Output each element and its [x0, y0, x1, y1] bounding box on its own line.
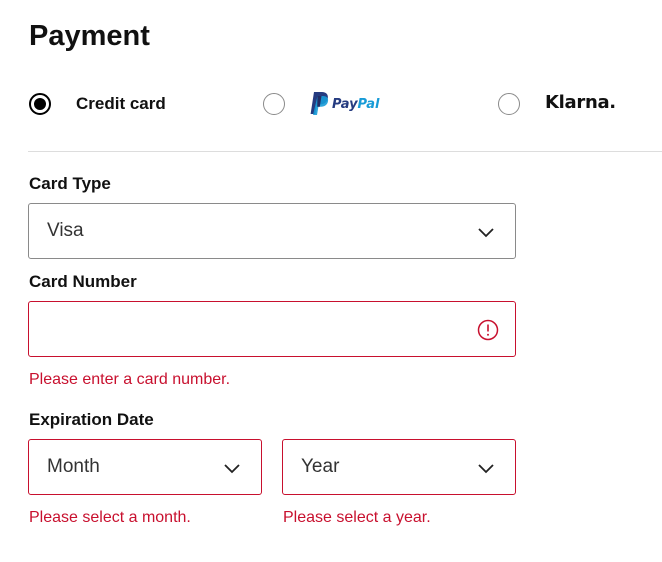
klarna-logo: Klarna.	[545, 91, 616, 113]
paypal-logo: PayPal	[308, 90, 379, 118]
klarna-radio[interactable]	[498, 93, 520, 115]
payment-option-paypal[interactable]: PayPal	[263, 90, 379, 118]
payment-page: Payment Credit card PayPal Klarna. Card …	[0, 0, 662, 562]
divider	[28, 151, 662, 152]
year-error: Please select a year.	[283, 509, 431, 526]
chevron-down-icon	[478, 228, 494, 238]
payment-option-klarna[interactable]: Klarna.	[498, 90, 616, 118]
card-number-error: Please enter a card number.	[29, 371, 231, 388]
payment-option-credit-card[interactable]: Credit card	[29, 90, 166, 118]
month-error: Please select a month.	[29, 509, 191, 526]
credit-card-radio[interactable]	[29, 93, 51, 115]
card-number-input[interactable]	[28, 301, 516, 357]
card-type-label: Card Type	[29, 174, 111, 193]
year-value: Year	[301, 456, 340, 477]
page-title: Payment	[29, 20, 150, 52]
expiration-date-label: Expiration Date	[29, 410, 154, 429]
card-number-label: Card Number	[29, 272, 137, 291]
paypal-text-pay: Pay	[332, 96, 358, 112]
paypal-radio[interactable]	[263, 93, 285, 115]
chevron-down-icon	[478, 464, 494, 474]
expiration-month-select[interactable]: Month	[28, 439, 262, 495]
error-icon	[477, 319, 499, 341]
paypal-p-icon	[310, 92, 329, 115]
expiration-year-select[interactable]: Year	[282, 439, 516, 495]
month-value: Month	[47, 456, 100, 477]
paypal-text-pal: Pal	[357, 96, 380, 112]
credit-card-label: Credit card	[76, 94, 166, 113]
chevron-down-icon	[224, 464, 240, 474]
card-type-select[interactable]: Visa	[28, 203, 516, 259]
card-type-value: Visa	[47, 220, 84, 241]
